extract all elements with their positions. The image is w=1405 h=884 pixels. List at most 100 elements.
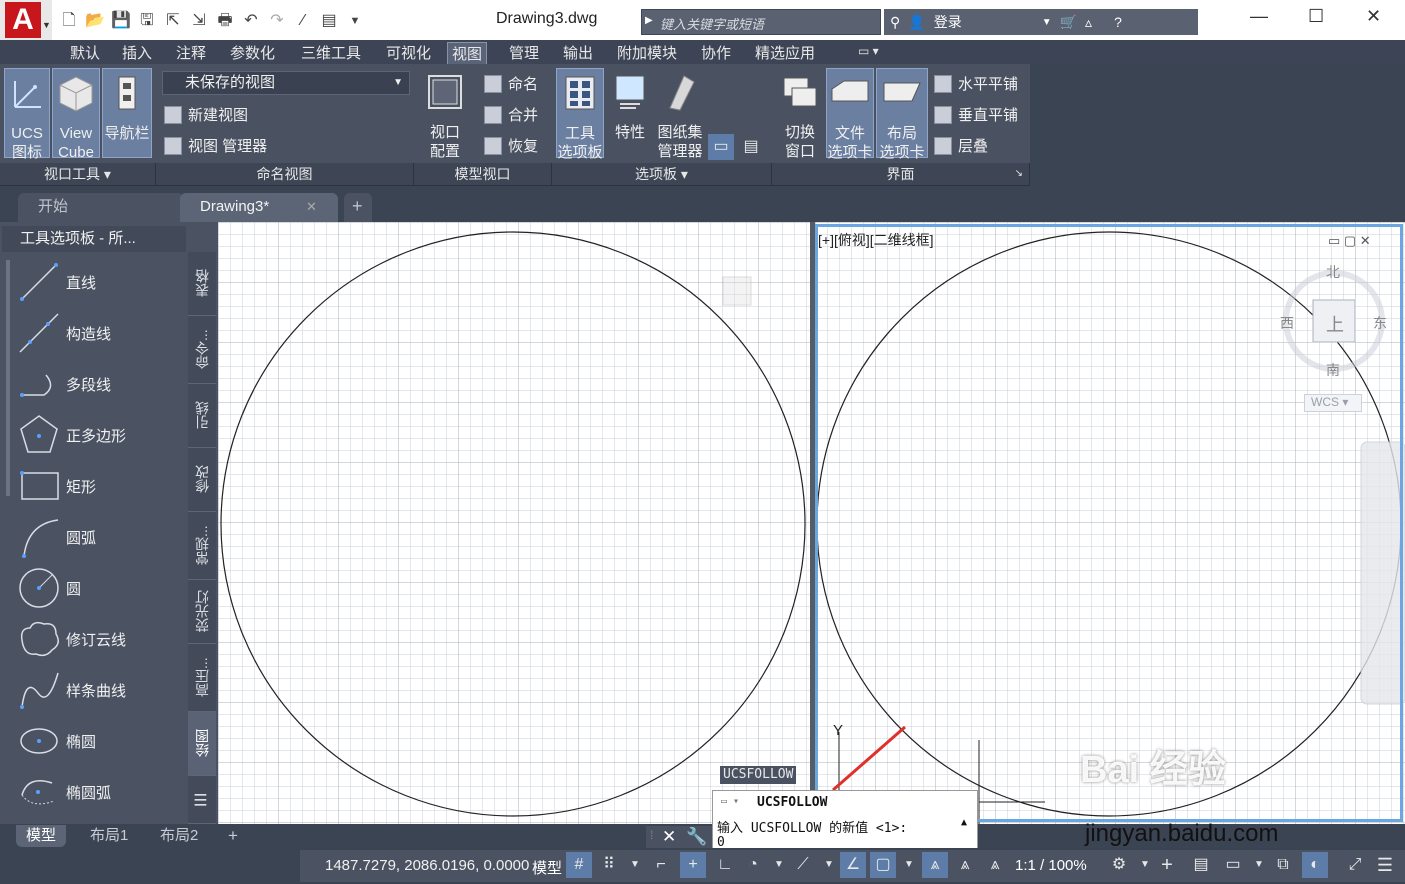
palette-item-ellipse[interactable]: 椭圆 — [16, 717, 186, 765]
object-snap-tracking-icon[interactable]: ∠ — [840, 852, 866, 878]
tab-manage[interactable]: 管理 — [505, 42, 543, 64]
drawing-tab[interactable]: Drawing3* ✕ — [180, 193, 338, 222]
restore-viewports-button[interactable]: 恢复 — [484, 135, 538, 156]
quick-properties-menu-icon[interactable]: ▼ — [1246, 852, 1272, 878]
close-icon[interactable]: ✕ — [1366, 6, 1381, 27]
viewcube-east[interactable]: 东 — [1373, 313, 1387, 333]
vtab-modify[interactable]: 修改 — [188, 448, 216, 512]
viewcube-north[interactable]: 北 — [1326, 262, 1340, 282]
save-web-icon[interactable]: ⇲ — [188, 10, 210, 32]
cart-icon[interactable]: 🛒 — [1060, 14, 1077, 31]
vtab-commands[interactable]: 命令... — [188, 316, 216, 384]
infer-icon[interactable]: ⌐ — [648, 852, 674, 878]
palette-scrollbar[interactable] — [6, 260, 10, 496]
auto-scale-icon[interactable]: ⩓ — [952, 852, 978, 878]
new-file-icon[interactable]: 🗋 — [58, 10, 80, 32]
switch-windows-button[interactable]: 切换 窗口 — [776, 68, 824, 160]
interface-footer[interactable]: 界面 ↘ — [772, 163, 1030, 185]
open-file-icon[interactable]: 📂 — [84, 10, 106, 32]
vtab-draw[interactable]: 绘图 — [188, 712, 216, 776]
vtab-general[interactable]: 常规... — [188, 512, 216, 580]
help-icon[interactable]: ? — [1114, 14, 1122, 30]
tab-output[interactable]: 输出 — [559, 42, 597, 64]
palette-item-line[interactable]: 直线 — [16, 258, 186, 306]
layout-tabs-button[interactable]: 布局 选项卡 — [876, 68, 928, 161]
tab-addins[interactable]: 附加模块 — [613, 42, 681, 64]
vtab-tables[interactable]: 表格 — [188, 252, 216, 316]
qat-customize-icon[interactable]: ▼ — [344, 10, 366, 32]
palette-item-spline[interactable]: 样条曲线 — [16, 666, 186, 714]
file-tabs-button[interactable]: 文件 选项卡 — [826, 68, 874, 161]
tab-insert[interactable]: 插入 — [118, 42, 156, 64]
ribbon-toggle-icon[interactable]: ▭ ▾ — [854, 44, 883, 66]
dynamic-input-icon[interactable]: + — [680, 852, 706, 878]
workspace-icon[interactable]: ▤ — [318, 10, 340, 32]
redo-icon[interactable]: ↷ — [266, 10, 288, 32]
minimize-icon[interactable]: — — [1250, 6, 1268, 27]
tile-vertical-button[interactable]: 垂直平铺 — [934, 104, 1018, 125]
units-icon[interactable]: ▤ — [1188, 852, 1214, 878]
vtab-fluorescent[interactable]: 荧光灯 — [188, 580, 216, 644]
clean-screen-icon[interactable]: ⤢ — [1342, 852, 1368, 878]
search-input[interactable]: ▶ 键入关键字或短语 — [641, 9, 881, 35]
open-web-icon[interactable]: ⇱ — [162, 10, 184, 32]
command-popup[interactable]: ▭ ▾ UCSFOLLOW 输入 UCSFOLLOW 的新值 <1>: ▲ 0 — [712, 790, 978, 852]
layout1-tab[interactable]: 布局1 — [80, 825, 138, 847]
palette-item-elliptical-arc[interactable]: 椭圆弧 — [16, 768, 186, 816]
wcs-menu[interactable]: WCS ▾ — [1304, 394, 1362, 412]
model-space-button[interactable]: 模型 — [532, 857, 562, 878]
tab-featured-apps[interactable]: 精选应用 — [751, 42, 819, 64]
annotation-visibility-icon[interactable]: ⩓ — [922, 852, 948, 878]
viewcube-south[interactable]: 南 — [1326, 360, 1340, 380]
workspace-gear-icon[interactable]: ⚙ — [1106, 852, 1132, 878]
plot-icon[interactable]: 🖶 — [214, 10, 236, 32]
viewcube-west[interactable]: 西 — [1280, 313, 1294, 333]
start-tab[interactable]: 开始 — [18, 193, 184, 222]
login-link[interactable]: 登录 — [934, 12, 1034, 32]
snap-icon[interactable]: ⠿ — [596, 852, 622, 878]
tool-palettes-button[interactable]: 工具 选项板 — [556, 68, 604, 161]
tab-3d-tools[interactable]: 三维工具 — [297, 42, 365, 64]
tab-parametric[interactable]: 参数化 — [226, 42, 279, 64]
polar-menu-icon[interactable]: ▼ — [766, 852, 792, 878]
navbar-button[interactable]: 导航栏 — [102, 68, 152, 158]
tab-visualize[interactable]: 可视化 — [382, 42, 435, 64]
isolate-objects-icon[interactable]: ⧉ — [1270, 852, 1296, 878]
palette-item-pline[interactable]: 多段线 — [16, 360, 186, 408]
application-menu-button[interactable]: A ▼ — [0, 0, 52, 40]
annotation-scale-value[interactable]: 1:1 / 100% — [1015, 857, 1087, 874]
palette-item-circle[interactable]: 圆 — [16, 564, 186, 612]
tab-collaborate[interactable]: 协作 — [697, 42, 735, 64]
right-viewport[interactable] — [815, 222, 1405, 824]
palette-list-icon[interactable]: ☰ — [188, 776, 216, 824]
quick-properties-icon[interactable]: ▭ — [1220, 852, 1246, 878]
object-snap-icon[interactable]: ▢ — [870, 852, 896, 878]
view-manager-button[interactable]: 视图 管理器 — [164, 135, 267, 156]
nav-bar[interactable] — [1360, 441, 1405, 705]
add-layout-icon[interactable]: + — [218, 825, 248, 847]
close-tab-icon[interactable]: ✕ — [306, 193, 317, 220]
palette-item-polygon[interactable]: 正多边形 — [16, 411, 186, 459]
match-props-icon[interactable]: ⁄ — [292, 10, 314, 32]
snap-menu-icon[interactable]: ▼ — [622, 852, 648, 878]
save-icon[interactable]: 💾 — [110, 10, 132, 32]
new-view-button[interactable]: 新建视图 — [164, 104, 248, 125]
palette-item-rectangle[interactable]: 矩形 — [16, 462, 186, 510]
tile-horizontal-button[interactable]: 水平平铺 — [934, 73, 1018, 94]
properties-button[interactable]: 特性 — [608, 68, 652, 158]
left-viewport[interactable] — [218, 222, 811, 824]
expand-icon[interactable]: ↘ — [1015, 163, 1023, 185]
hardware-accel-icon[interactable]: ◐ — [1302, 852, 1328, 878]
join-viewports-button[interactable]: 合并 — [484, 104, 538, 125]
annotation-scale-icon[interactable]: ⩓ — [982, 852, 1008, 878]
coordinates-readout[interactable]: 1487.7279, 2086.0196, 0.0000 — [325, 857, 529, 874]
model-tab[interactable]: 模型 — [16, 825, 67, 847]
tab-default[interactable]: 默认 — [66, 42, 104, 64]
command-line-icon[interactable]: ▭ — [708, 134, 734, 160]
isodraft-menu-icon[interactable]: ▼ — [816, 852, 842, 878]
ortho-icon[interactable]: ∟ — [712, 852, 738, 878]
viewport-label[interactable]: [+][俯视][二维线框] — [818, 230, 934, 250]
viewport-controls[interactable]: ▭ ▢ ✕ — [1328, 233, 1371, 249]
wrench-icon[interactable]: 🔧 — [686, 827, 707, 847]
new-tab-button[interactable]: + — [344, 193, 372, 222]
